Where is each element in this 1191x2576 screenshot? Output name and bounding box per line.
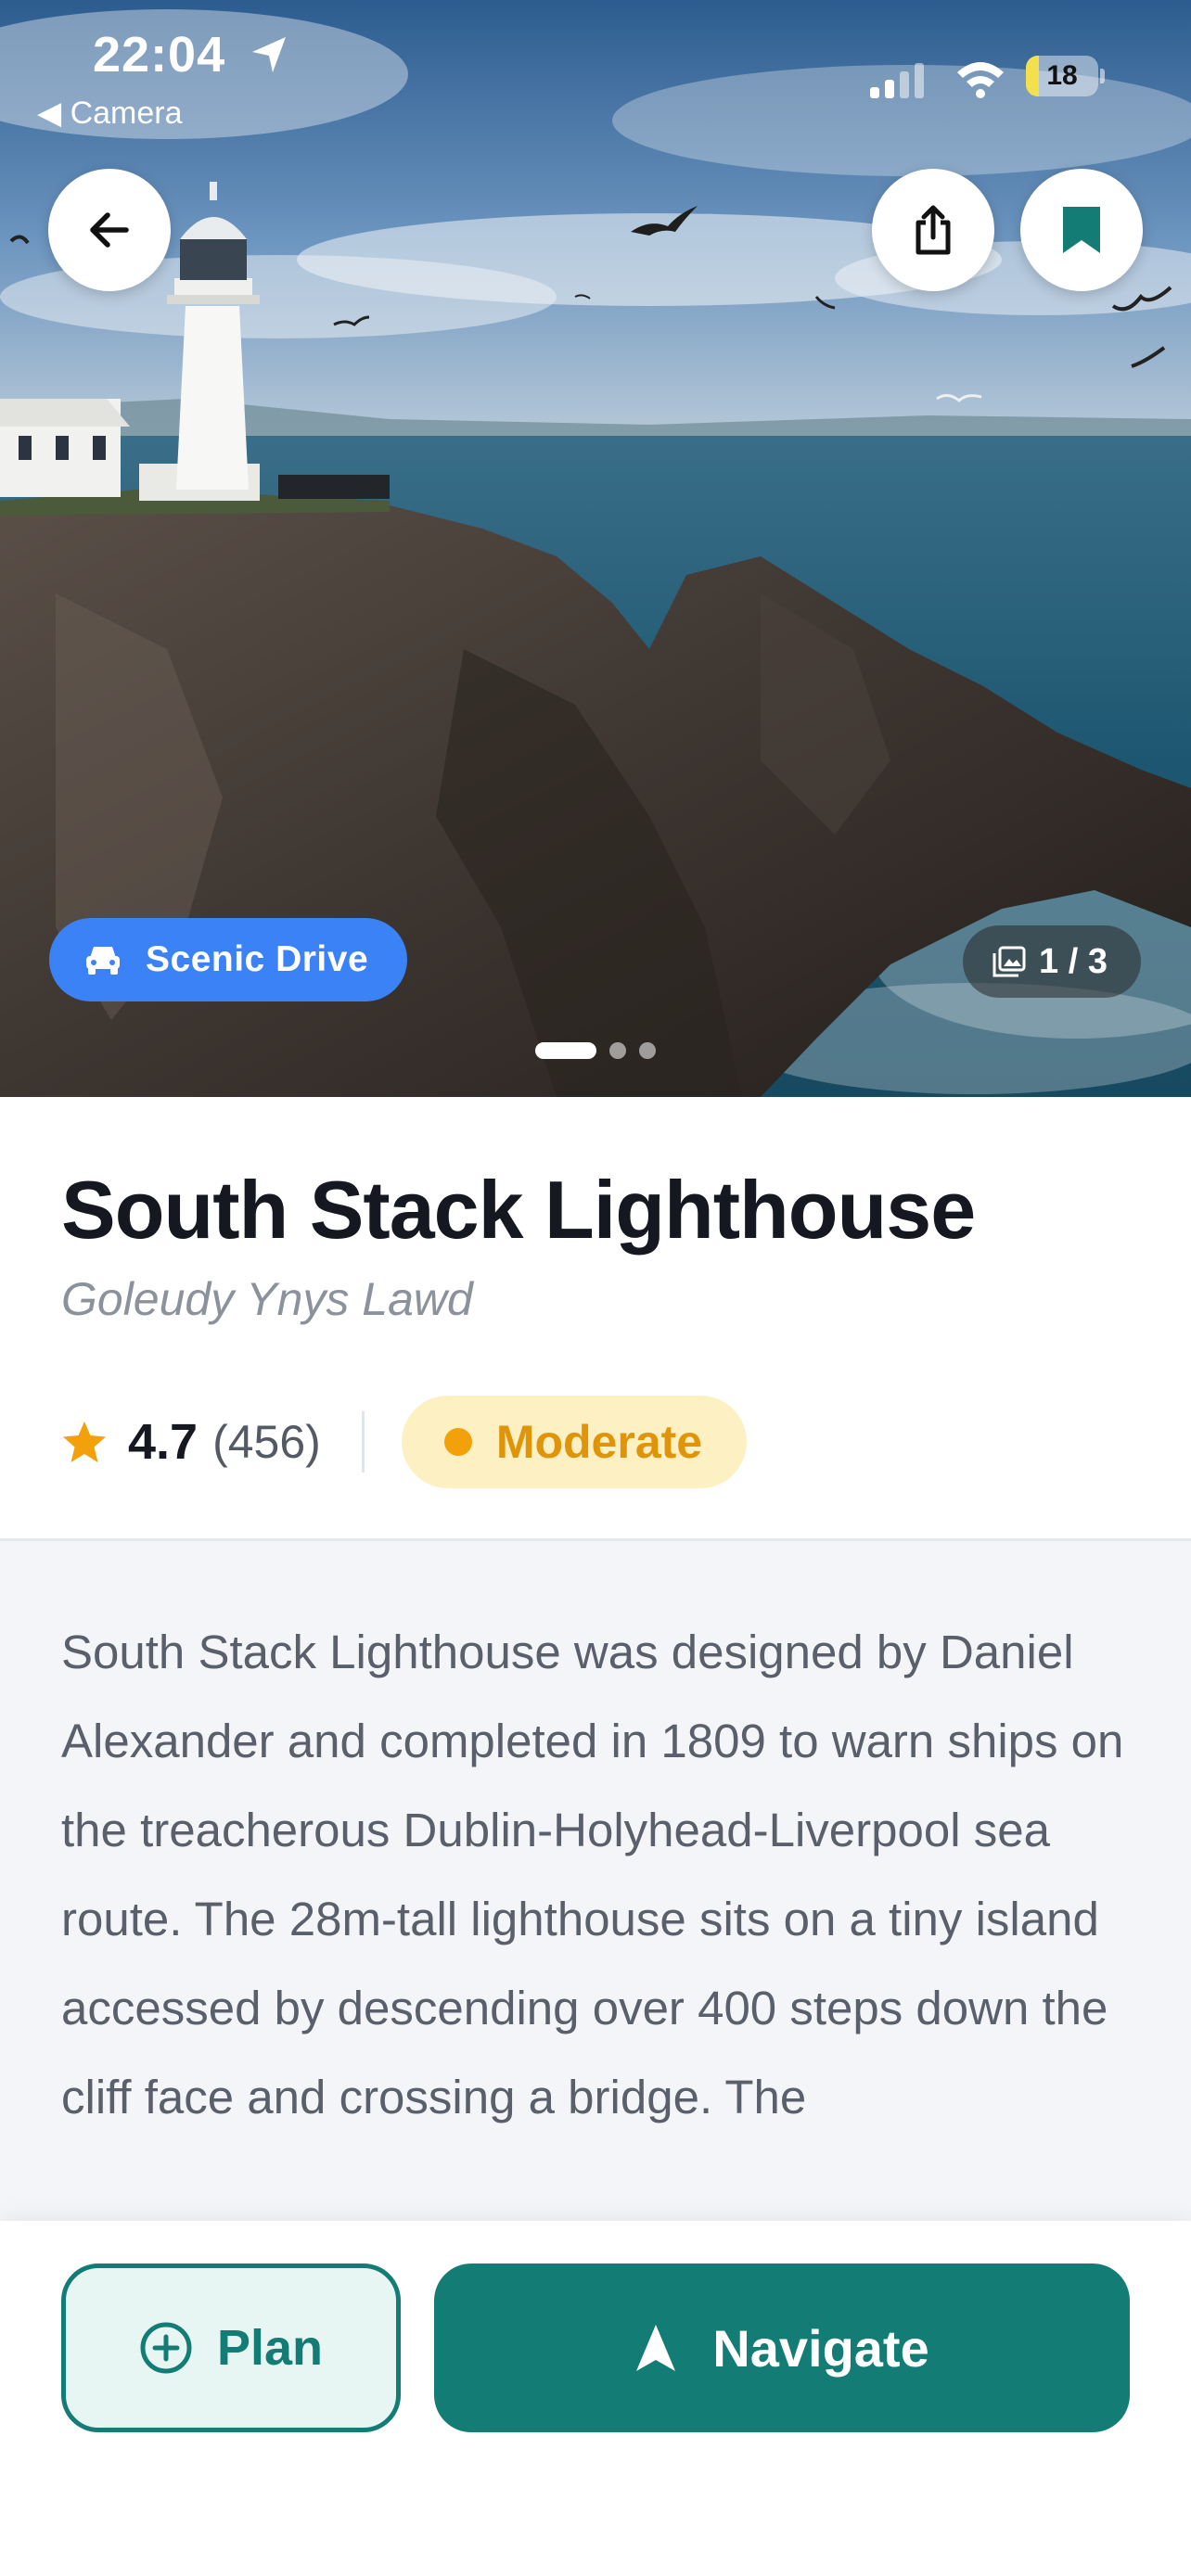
back-to-app-link[interactable]: ◀ Camera	[37, 95, 183, 132]
share-icon	[916, 205, 951, 255]
plan-button[interactable]: Plan	[61, 2264, 401, 2432]
status-time: 22:04	[93, 27, 226, 83]
star-icon	[61, 1420, 108, 1464]
description-section[interactable]: South Stack Lighthouse was designed by D…	[0, 1541, 1191, 2222]
photo-counter-text: 1 / 3	[1039, 941, 1108, 981]
car-icon	[84, 943, 122, 976]
navigate-button[interactable]: Navigate	[434, 2264, 1130, 2432]
action-bar: Plan Navigate	[0, 2221, 1191, 2576]
navigation-arrow-icon	[634, 2323, 677, 2373]
status-bar: 22:04 ◀ Camera 18	[0, 26, 1191, 131]
page-indicator[interactable]	[0, 1042, 1191, 1059]
place-local-name: Goleudy Ynys Lawd	[61, 1273, 473, 1325]
category-badge: Scenic Drive	[49, 918, 408, 1001]
wifi-icon	[954, 57, 1007, 103]
place-description: South Stack Lighthouse was designed by D…	[61, 1626, 1124, 2123]
page-dot-2[interactable]	[609, 1042, 626, 1059]
navigate-button-label: Navigate	[712, 2318, 929, 2378]
share-button[interactable]	[872, 169, 994, 291]
arrow-left-icon	[90, 212, 129, 248]
plan-button-label: Plan	[216, 2320, 324, 2376]
difficulty-label: Moderate	[495, 1416, 703, 1468]
location-arrow-icon	[249, 33, 291, 81]
cellular-signal-icon	[870, 61, 929, 103]
category-label: Scenic Drive	[146, 939, 369, 979]
bookmark-button[interactable]	[1020, 169, 1143, 291]
rating-row: 4.7 (456) Moderate	[61, 1396, 748, 1488]
divider	[361, 1411, 365, 1473]
rating-score: 4.7	[128, 1414, 198, 1470]
hero-photo[interactable]: 22:04 ◀ Camera 18 Scenic Drive 1 / 3	[0, 0, 1191, 1097]
image-icon	[992, 946, 1026, 977]
page-dot-1[interactable]	[535, 1042, 596, 1059]
battery-level: 18	[1046, 60, 1078, 91]
photo-counter[interactable]: 1 / 3	[963, 925, 1141, 998]
bookmark-icon	[1063, 207, 1100, 253]
battery-icon: 18	[1026, 56, 1106, 98]
place-title: South Stack Lighthouse	[61, 1164, 976, 1256]
back-button[interactable]	[48, 169, 171, 291]
difficulty-dot-icon	[443, 1428, 472, 1456]
difficulty-badge: Moderate	[401, 1396, 748, 1488]
plus-circle-icon	[139, 2321, 193, 2375]
page-dot-3[interactable]	[639, 1042, 656, 1059]
review-count[interactable]: (456)	[212, 1415, 321, 1469]
